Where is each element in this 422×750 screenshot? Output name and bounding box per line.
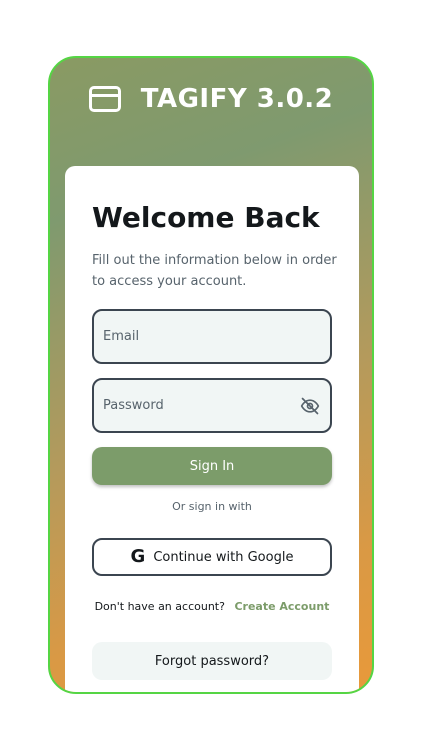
page-subtitle: Fill out the information below in order … — [92, 253, 337, 289]
google-icon: G — [130, 546, 146, 567]
create-account-link[interactable]: Create Account — [234, 600, 329, 613]
or-sign-in-label: Or sign in with — [172, 500, 252, 513]
forgot-password-button[interactable]: Forgot password? — [92, 642, 332, 680]
create-account-row: Don't have an account? Create Account — [65, 600, 359, 613]
phone-frame: TAGIFY 3.0.2 Welcome Back Fill out the i… — [48, 56, 374, 694]
sign-in-button[interactable]: Sign In — [92, 447, 332, 485]
login-card: Welcome Back Fill out the information be… — [65, 166, 359, 692]
google-sign-in-button[interactable]: G Continue with Google — [92, 538, 332, 576]
email-field[interactable] — [92, 309, 332, 364]
google-button-label: Continue with Google — [153, 549, 294, 565]
no-account-text: Don't have an account? — [94, 600, 225, 613]
eye-off-icon[interactable] — [299, 395, 321, 417]
brand-header: TAGIFY 3.0.2 — [50, 76, 372, 122]
email-input[interactable] — [103, 329, 321, 344]
password-input[interactable] — [103, 398, 299, 413]
password-field[interactable] — [92, 378, 332, 433]
page-title: Welcome Back — [92, 201, 320, 234]
credit-card-icon — [88, 86, 121, 112]
app-title: TAGIFY 3.0.2 — [140, 84, 334, 114]
